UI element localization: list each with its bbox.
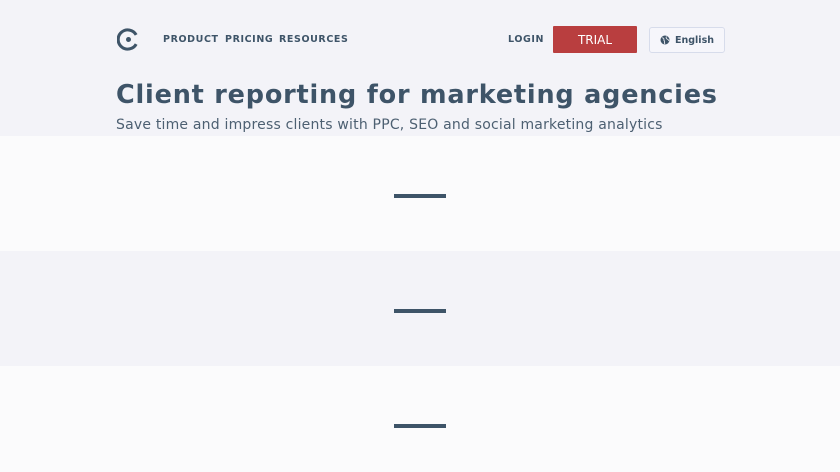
- loading-section-1: [0, 136, 840, 251]
- page-title: Client reporting for marketing agencies: [116, 80, 718, 110]
- top-navigation: PRODUCT PRICING RESOURCES LOGIN TRIAL En…: [0, 0, 840, 80]
- loading-section-3: [0, 366, 840, 472]
- loading-section-2: [0, 251, 840, 366]
- loading-indicator: [394, 424, 446, 428]
- language-label: English: [675, 34, 714, 46]
- nav-pricing-link[interactable]: PRICING: [225, 34, 273, 45]
- nav-resources-link[interactable]: RESOURCES: [279, 34, 348, 45]
- loading-indicator: [394, 309, 446, 313]
- globe-icon: [660, 35, 670, 45]
- trial-button[interactable]: TRIAL: [553, 26, 637, 53]
- language-selector[interactable]: English: [649, 27, 725, 53]
- loading-indicator: [394, 194, 446, 198]
- nav-product-link[interactable]: PRODUCT: [163, 34, 219, 45]
- login-link[interactable]: LOGIN: [508, 34, 544, 45]
- logo-icon[interactable]: [117, 28, 140, 51]
- page-subtitle: Save time and impress clients with PPC, …: [116, 117, 663, 133]
